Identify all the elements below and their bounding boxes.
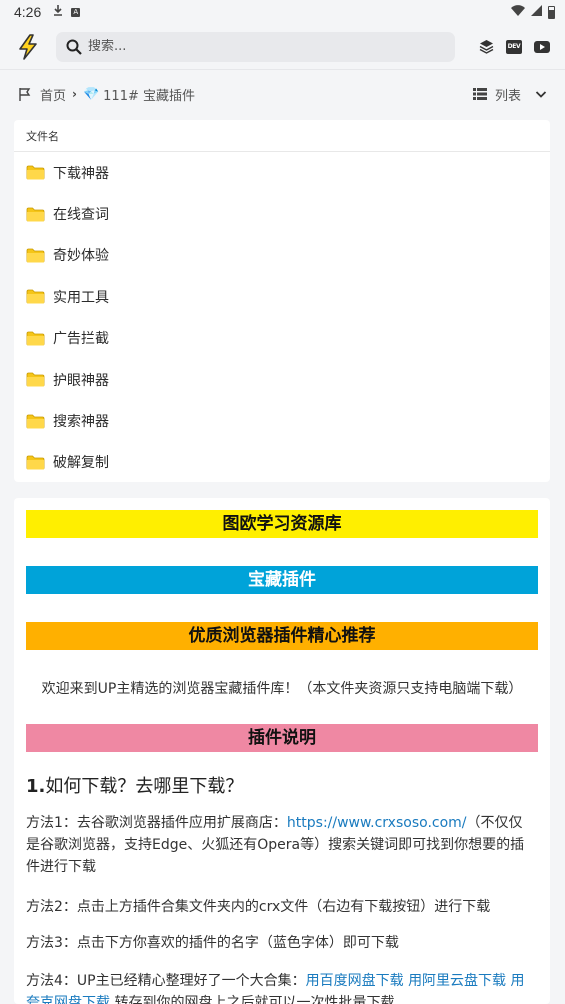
file-name: 下载神器 [53,165,109,182]
file-name: 奇妙体验 [53,248,109,265]
method-4-prefix: 方法4：UP主已经精心整理好了一个大合集： [26,973,306,989]
folder-icon [26,414,45,429]
file-list-item[interactable]: 下载神器 [14,152,550,193]
file-list: 文件名 下载神器在线查词奇妙体验实用工具广告拦截护眼神器搜索神器破解复制 [14,120,550,482]
gem-icon: 💎 [82,86,100,102]
chevron-down-icon [535,88,547,100]
breadcrumb-home[interactable]: 首页 [40,85,66,104]
wifi-icon [511,4,525,20]
file-list-header: 文件名 [14,120,550,152]
file-list-item[interactable]: 实用工具 [14,276,550,317]
view-mode-label: 列表 [494,88,521,104]
search-input[interactable] [88,39,445,54]
file-list-item[interactable]: 在线查词 [14,193,550,234]
breadcrumb: 首页 › 💎 111# 宝藏插件 列表 [0,80,565,108]
status-time: 4:26 [14,4,42,20]
file-name: 在线查词 [53,207,109,224]
notification-a-icon: A [71,7,81,17]
section-heading: 1.如何下载？去哪里下载？ [26,772,243,798]
file-name: 护眼神器 [53,372,109,389]
method-2: 方法2：点击上方插件合集文件夹内的crx文件（右边有下载按钮）进行下载 [26,899,491,915]
readme-content: 图欧学习资源库 宝藏插件 优质浏览器插件精心推荐 欢迎来到UP主精选的浏览器宝藏… [14,498,550,1004]
signal-icon [531,4,542,20]
crxsoso-link[interactable]: https://www.crxsoso.com/ [287,815,467,831]
section-heading-number: 1. [26,776,46,797]
battery-icon [548,5,555,19]
top-app-bar: DEV [0,24,565,70]
view-mode-selector[interactable]: 列表 [472,85,547,104]
banner-plugin-notes: 插件说明 [26,724,538,752]
list-view-icon [472,88,487,100]
banner-treasure-plugins: 宝藏插件 [26,566,538,594]
search-icon [66,39,82,55]
folder-icon [26,455,45,470]
baidu-pan-link[interactable]: 用百度网盘下载 [306,973,404,989]
folder-icon [26,372,45,387]
chevron-right-icon: › [72,87,77,101]
file-list-item[interactable]: 奇妙体验 [14,235,550,276]
folder-icon [26,248,45,263]
breadcrumb-current[interactable]: 111# 宝藏插件 [103,85,195,104]
method-1-prefix: 方法1：去谷歌浏览器插件应用扩展商店： [26,815,287,831]
flag-icon [18,87,32,101]
file-list-item[interactable]: 护眼神器 [14,359,550,400]
method-4-suffix: 转存到你的网盘上之后就可以一次性批量下载 [114,995,395,1004]
file-name: 破解复制 [53,455,109,472]
folder-icon [26,165,45,180]
method-1: 方法1：去谷歌浏览器插件应用扩展商店：https://www.crxsoso.c… [26,812,534,878]
youtube-icon[interactable] [533,38,551,56]
section-heading-text: 如何下载？去哪里下载？ [45,776,244,797]
status-bar: 4:26 A [0,0,565,24]
file-name: 实用工具 [53,289,109,306]
file-list-item[interactable]: 广告拦截 [14,318,550,359]
banner-resource-library: 图欧学习资源库 [26,510,538,538]
method-4: 方法4：UP主已经精心整理好了一个大合集：用百度网盘下载 用阿里云盘下载 用夸克… [26,970,534,1004]
lightning-logo-icon[interactable] [14,33,42,61]
banner-recommend: 优质浏览器插件精心推荐 [26,622,538,650]
aliyun-pan-link[interactable]: 用阿里云盘下载 [408,973,506,989]
folder-icon [26,207,45,222]
folder-icon [26,331,45,346]
download-icon [53,5,63,19]
dev-icon[interactable]: DEV [505,38,523,56]
folder-icon [26,289,45,304]
method-3: 方法3：点击下方你喜欢的插件的名字（蓝色字体）即可下载 [26,935,399,951]
file-list-item[interactable]: 搜索神器 [14,400,550,441]
layers-icon[interactable] [477,38,495,56]
search-bar[interactable] [56,31,455,62]
file-list-item[interactable]: 破解复制 [14,442,550,483]
welcome-text: 欢迎来到UP主精选的浏览器宝藏插件库！（本文件夹资源只支持电脑端下载） [41,681,523,697]
file-name: 搜索神器 [53,414,109,431]
dev-label: DEV [506,39,522,54]
file-name: 广告拦截 [53,331,109,348]
